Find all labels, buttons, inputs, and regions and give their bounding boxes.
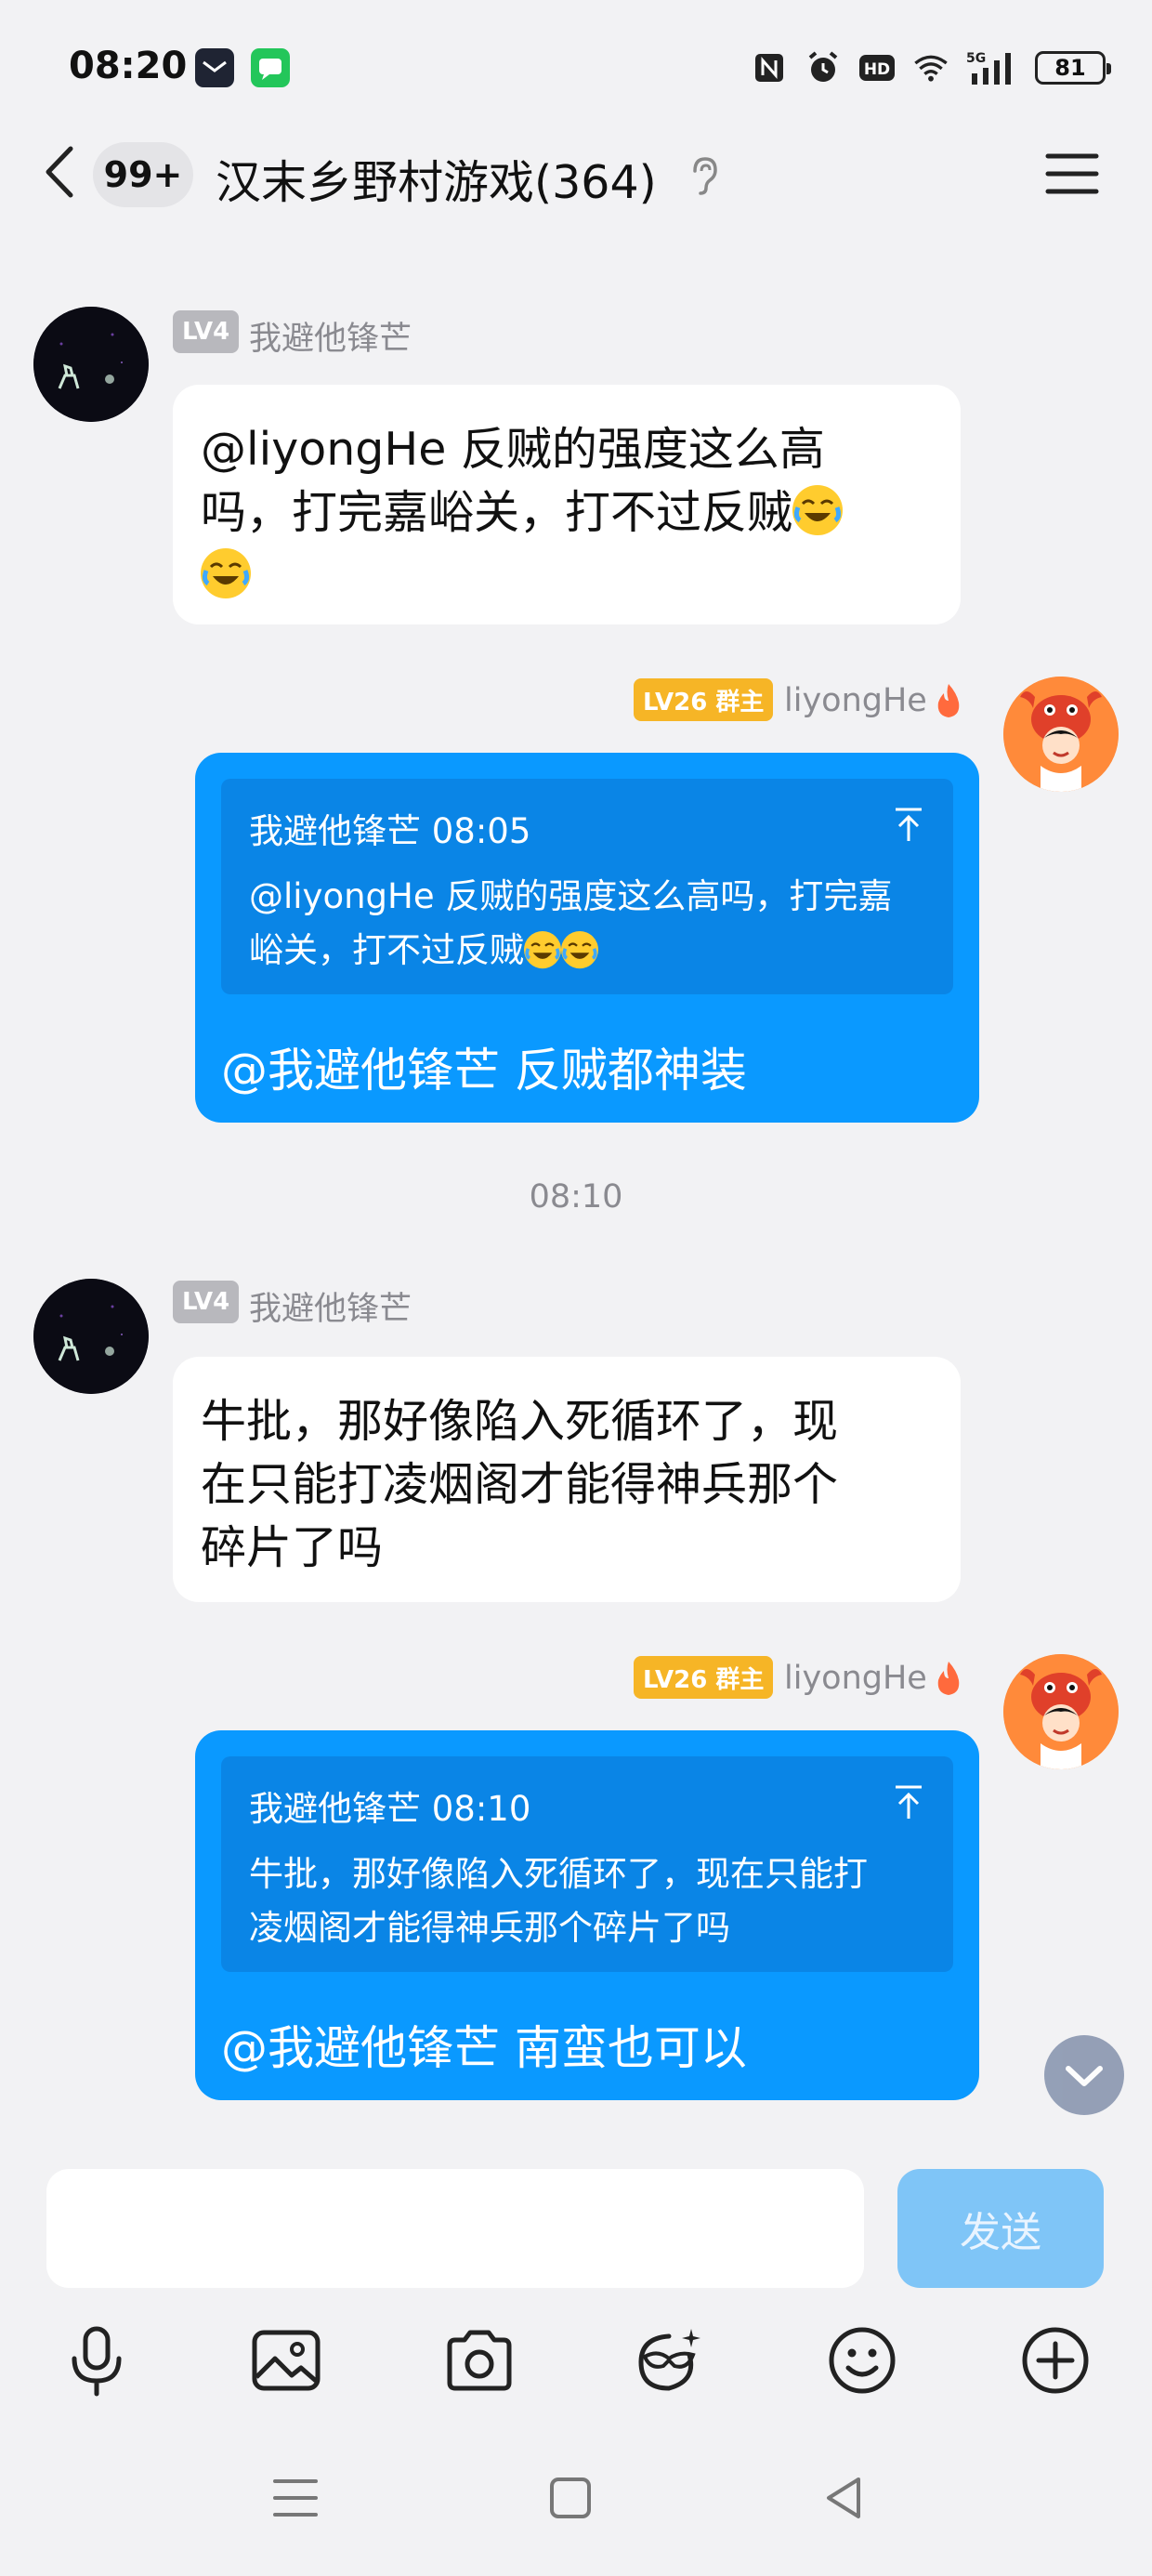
laughing-tears-emoji-icon (201, 548, 251, 598)
microphone-icon[interactable] (59, 2323, 134, 2398)
emoji-icon[interactable] (825, 2323, 899, 2398)
avatar[interactable] (1003, 677, 1119, 792)
message-line: 牛批，那好像陷入死循环了，现 (201, 1395, 839, 1448)
menu-icon[interactable] (1044, 151, 1100, 197)
camera-icon[interactable] (442, 2323, 517, 2398)
reply-text: @我避他锋芒 反贼都神装 (221, 1044, 747, 1097)
svg-text:HD: HD (864, 60, 890, 79)
level-badge: LV26 群主 (634, 678, 774, 721)
message-bubble[interactable]: @liyongHe 反贼的强度这么高 吗，打完嘉峪关，打不过反贼 (173, 385, 961, 624)
flame-icon (933, 1660, 964, 1697)
home-nav-icon[interactable] (544, 2472, 596, 2524)
message-line: @liyongHe 反贼的强度这么高 (201, 423, 825, 476)
quote-line: 牛批，那好像陷入死循环了，现在只能打 (249, 1854, 868, 1894)
menu-nav-icon[interactable] (269, 2472, 321, 2524)
laughing-tears-emoji-icon (524, 931, 561, 969)
avatar[interactable] (33, 1279, 149, 1394)
flame-icon (933, 682, 964, 719)
quoted-message[interactable]: 我避他锋芒 08:05 @liyongHe 反贼的强度这么高吗，打完嘉 峪关，打… (221, 779, 953, 994)
battery-icon: 81 (1035, 51, 1111, 85)
sender-name[interactable]: liyongHe (784, 682, 927, 719)
back-icon[interactable] (37, 139, 84, 204)
message-line: 碎片了吗 (201, 1521, 384, 1574)
sender-name[interactable]: 我避他锋芒 (249, 312, 412, 360)
image-icon[interactable] (249, 2323, 323, 2398)
message-bubble[interactable]: 我避他锋芒 08:10 牛批，那好像陷入死循环了，现在只能打 凌烟阁才能得神兵那… (195, 1730, 979, 2100)
status-icons: HD 5G 81 (751, 46, 1111, 89)
time-separator: 08:10 (529, 1178, 623, 1216)
level-badge: LV4 (173, 1281, 240, 1323)
5g-signal-icon: 5G (966, 49, 1018, 86)
sticker-icon[interactable] (632, 2323, 706, 2398)
status-bar: 08:20 HD 5G 81 (0, 0, 1152, 139)
message-bubble[interactable]: 牛批，那好像陷入死循环了，现 在只能打凌烟阁才能得神兵那个 碎片了吗 (173, 1357, 961, 1602)
svg-text:5G: 5G (966, 51, 986, 66)
mail-app-icon (195, 48, 234, 87)
status-time: 08:20 (69, 45, 188, 87)
unread-count-badge[interactable]: 99+ (93, 142, 193, 207)
avatar[interactable] (33, 307, 149, 422)
sender-name[interactable]: 我避他锋芒 (249, 1282, 412, 1330)
chat-title[interactable]: 汉末乡野村游戏(364) (216, 146, 657, 212)
send-button[interactable]: 发送 (897, 2169, 1104, 2288)
quote-line: 凌烟阁才能得神兵那个碎片了吗 (249, 1908, 730, 1948)
level-badge: LV4 (173, 310, 240, 353)
reply-text: @我避他锋芒 南蛮也可以 (221, 2021, 747, 2075)
quote-line: 峪关，打不过反贼 (249, 930, 524, 970)
message-bubble[interactable]: 我避他锋芒 08:05 @liyongHe 反贼的强度这么高吗，打完嘉 峪关，打… (195, 753, 979, 1123)
message-line: 吗，打完嘉峪关，打不过反贼 (201, 486, 793, 539)
sender-name[interactable]: liyongHe (784, 1660, 927, 1697)
back-nav-icon[interactable] (818, 2472, 870, 2524)
scroll-to-bottom-button[interactable] (1044, 2035, 1124, 2115)
level-badge: LV26 群主 (634, 1656, 774, 1699)
jump-to-quote-icon[interactable] (892, 806, 925, 851)
ear-icon (686, 154, 723, 197)
laughing-tears-emoji-icon (792, 485, 844, 535)
quoted-message[interactable]: 我避他锋芒 08:10 牛批，那好像陷入死循环了，现在只能打 凌烟阁才能得神兵那… (221, 1756, 953, 1972)
jump-to-quote-icon[interactable] (892, 1783, 925, 1829)
plus-icon[interactable] (1018, 2323, 1093, 2398)
message-app-icon (251, 48, 290, 87)
quote-author-time: 我避他锋芒 08:05 (249, 811, 531, 851)
message-line: 在只能打凌烟阁才能得神兵那个 (201, 1458, 839, 1511)
nfc-icon (751, 49, 788, 86)
quote-line: @liyongHe 反贼的强度这么高吗，打完嘉 (249, 876, 893, 916)
alarm-icon (805, 49, 842, 86)
hd-icon: HD (858, 49, 896, 86)
avatar[interactable] (1003, 1654, 1119, 1769)
message-input[interactable] (46, 2169, 864, 2288)
wifi-icon (912, 49, 949, 86)
quote-author-time: 我避他锋芒 08:10 (249, 1789, 531, 1829)
battery-level: 81 (1054, 55, 1086, 81)
laughing-tears-emoji-icon (561, 931, 598, 969)
